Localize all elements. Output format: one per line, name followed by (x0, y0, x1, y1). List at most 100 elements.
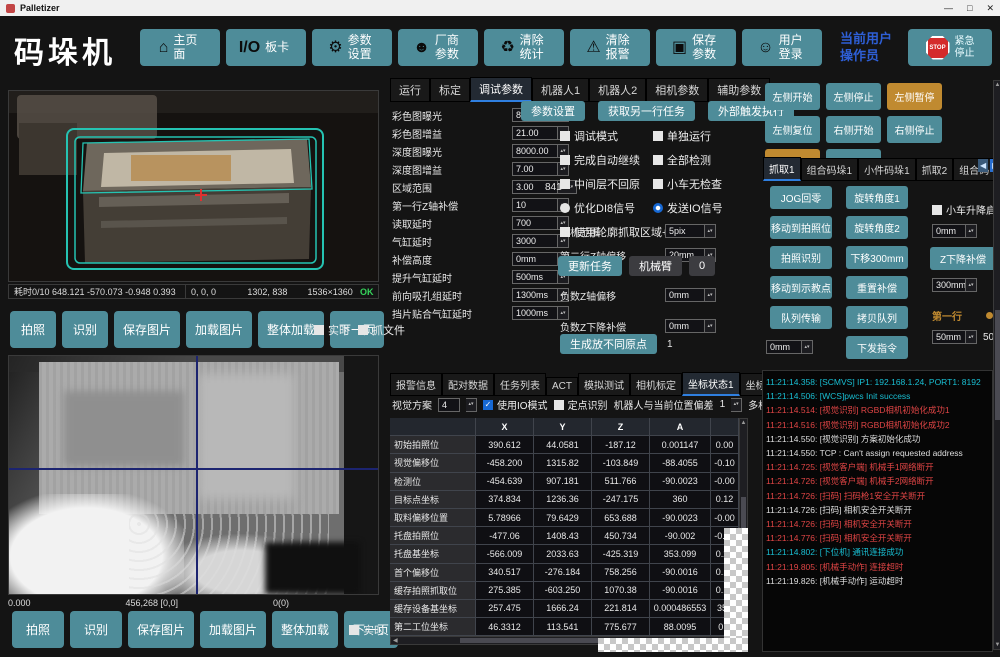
spinner-arrows-icon[interactable]: ▴▾ (705, 288, 716, 302)
bottom-tab[interactable]: 坐标状态1 (682, 372, 740, 396)
side-control-button[interactable]: 左侧复位 (765, 116, 820, 143)
right-tab[interactable]: 小件码垛1 (858, 158, 916, 181)
motion-button[interactable]: 队列传输 (770, 306, 832, 329)
side-control-button[interactable]: 左侧开始 (765, 83, 820, 110)
depth-action-button[interactable]: 保存图片 (128, 611, 194, 648)
robot-offset-value[interactable]: 1 (720, 399, 726, 410)
table-row[interactable]: 取料偏移位置 5.78966 79.6429 653.688 -90.0023 … (390, 509, 739, 527)
bottom-tab[interactable]: ACT (546, 377, 578, 396)
field-value-input[interactable]: 5pix (665, 224, 705, 238)
table-row[interactable]: 目标点坐标 374.834 1236.36 -247.175 360 0.12 (390, 491, 739, 509)
motion-button[interactable]: 拍照识别 (770, 246, 832, 269)
param-value-input[interactable]: 1000ms (512, 306, 558, 320)
use-io-checkbox[interactable]: ✓ 使用IO模式 (483, 397, 548, 412)
bottom-tab[interactable]: 报警信息 (390, 373, 442, 396)
emergency-stop-button[interactable]: STOP 紧急 停止 (908, 29, 992, 66)
middle-tab[interactable]: 辅助参数 (708, 78, 770, 102)
middle-tab[interactable]: 机器人1 (532, 78, 589, 102)
table-row[interactable]: 视觉偏移位 -458.200 1315.82 -103.849 -88.4055… (390, 454, 739, 472)
motion-button[interactable]: JOG回零 (770, 186, 832, 209)
motion-button[interactable]: 移动到拍照位 (770, 216, 832, 239)
depth-action-button[interactable]: 整体加载 (272, 611, 338, 648)
middle-tab[interactable]: 运行 (390, 78, 430, 102)
field-value-input[interactable]: 0mm (665, 319, 705, 333)
spinner-arrows-icon[interactable]: ▴▾ (705, 319, 716, 333)
toolbar-button[interactable]: ☺ 用户 登录 (742, 29, 822, 66)
right-tab[interactable]: 组合码垛1 (801, 158, 859, 181)
spinner-arrows-icon[interactable]: ▴▾ (966, 330, 977, 344)
table-row[interactable]: 托盘拍照位 -477.06 1408.43 450.734 -90.002 -0… (390, 527, 739, 545)
middle-action-button[interactable]: 参数设置 (521, 101, 585, 121)
toolbar-button[interactable]: I/O 板卡 (226, 29, 306, 66)
camera-action-button[interactable]: 加载图片 (186, 311, 252, 348)
table-row[interactable]: 缓存拍照抓取位 275.385 -603.250 1070.38 -90.001… (390, 582, 739, 600)
camera-action-button[interactable]: 识别 (62, 311, 108, 348)
param-value-input[interactable]: 700 (512, 216, 558, 230)
spinner-arrows-icon[interactable]: ▴▾ (705, 224, 716, 238)
camera-action-button[interactable]: 拍照 (10, 311, 56, 348)
param-value-input[interactable]: 10 (512, 198, 558, 212)
side-control-button[interactable]: 右侧开始 (826, 116, 881, 143)
right-tab[interactable]: 抓取1 (763, 157, 801, 181)
close-button[interactable]: ✕ (986, 3, 994, 14)
window-right-scrollbar[interactable]: ▲ ▼ (993, 80, 1000, 650)
middle-small-button[interactable]: 更新任务 (558, 256, 622, 276)
side-control-button[interactable]: 右侧停止 (887, 116, 942, 143)
toolbar-button[interactable]: ♻ 清除 统计 (484, 29, 564, 66)
camera-image[interactable] (8, 90, 379, 282)
middle-tab[interactable]: 标定 (430, 78, 470, 102)
motion-button[interactable]: 旋转角度2 (846, 216, 908, 239)
middle-tab[interactable]: 调试参数 (470, 77, 532, 102)
spinner-value[interactable]: 0mm (766, 340, 802, 354)
middle-tab[interactable]: 相机参数 (646, 78, 708, 102)
toolbar-button[interactable]: ▣ 保存 参数 (656, 29, 736, 66)
depth-action-button[interactable]: 识别 (70, 611, 122, 648)
side-control-button[interactable]: 左侧停止 (826, 83, 881, 110)
tabs-scroll-left-icon[interactable]: ◀ (978, 159, 988, 172)
option-checkbox[interactable]: 单独运行 (653, 128, 723, 144)
table-row[interactable]: 检测位 -454.639 907.181 511.766 -90.0023 -0… (390, 473, 739, 491)
motion-button[interactable]: 拷贝队列 (846, 306, 908, 329)
spinner-arrows-icon[interactable]: ▴▾ (466, 398, 477, 412)
right-tab[interactable]: 抓取2 (916, 158, 954, 181)
depth-checkbox[interactable]: 实时 (349, 622, 385, 638)
vision-scheme-input[interactable]: 4 (438, 398, 460, 412)
option-checkbox[interactable]: 全部检测 (653, 152, 723, 168)
option-checkbox[interactable]: 发送IO信号 (653, 200, 723, 216)
bottom-tab[interactable]: 配对数据 (442, 373, 494, 396)
param-value-input[interactable]: 500ms (512, 270, 558, 284)
field-value-input[interactable]: 0mm (665, 288, 705, 302)
param-value-input[interactable]: 1300ms (512, 288, 558, 302)
middle-small-button[interactable]: 0 (689, 256, 715, 276)
toolbar-button[interactable]: ⌂ 主页面 (140, 29, 220, 66)
param-value-input[interactable]: 7.00 (512, 162, 558, 176)
lift-enable-checkbox[interactable]: 小车升降启用 (932, 202, 1000, 217)
table-row[interactable]: 托盘基坐标 -566.009 2033.63 -425.319 353.099 … (390, 545, 739, 563)
table-row[interactable]: 缓存设备基坐标 257.475 1666.24 221.814 0.000486… (390, 600, 739, 618)
camera-checkbox[interactable]: 实时 (314, 322, 350, 338)
param-value-input[interactable]: 21.00 (512, 126, 558, 140)
bottom-tab[interactable]: 模拟测试 (578, 373, 630, 396)
param-value-input[interactable]: 3000 (512, 234, 558, 248)
spinner-arrows-icon[interactable]: ▴▾ (731, 398, 742, 412)
spinner-value[interactable]: 50mm (932, 330, 966, 344)
motion-button[interactable]: 旋转角度1 (846, 186, 908, 209)
param-value-input[interactable]: 8000.00 (512, 144, 558, 158)
motion-button[interactable]: 下发指令 (846, 336, 908, 359)
camera-checkbox[interactable]: 抓文件 (358, 322, 405, 338)
depth-action-button[interactable]: 拍照 (12, 611, 64, 648)
middle-small-button[interactable]: 机械臂 (629, 256, 682, 276)
depth-action-button[interactable]: 加载图片 (200, 611, 266, 648)
spinner-value[interactable]: 300mm (932, 278, 966, 292)
motion-button[interactable]: 重置补偿 (846, 276, 908, 299)
spinner-value[interactable]: 0mm (932, 224, 966, 238)
param-value-input[interactable]: 0mm (512, 252, 558, 266)
camera-action-button[interactable]: 保存图片 (114, 311, 180, 348)
toolbar-button[interactable]: ⚠ 清除 报警 (570, 29, 650, 66)
toolbar-button[interactable]: ☻ 厂商 参数 (398, 29, 478, 66)
middle-action-button[interactable]: 获取另一行任务 (598, 101, 695, 121)
middle-tab[interactable]: 机器人2 (589, 78, 646, 102)
motion-button[interactable]: 移动到示教点 (770, 276, 832, 299)
fixed-point-checkbox[interactable]: 定点识别 (554, 397, 608, 412)
bottom-tab[interactable]: 相机标定 (630, 373, 682, 396)
